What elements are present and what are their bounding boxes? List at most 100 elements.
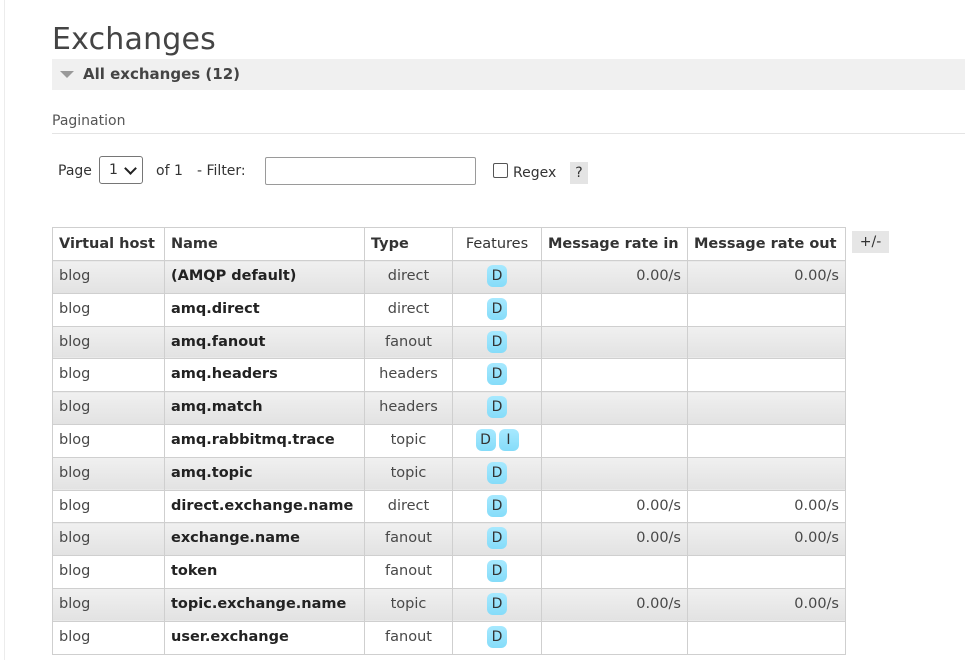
cell-rate-out bbox=[687, 391, 846, 425]
cell-features: D bbox=[452, 292, 542, 327]
chevron-down-icon bbox=[124, 162, 137, 175]
cell-exchange-name-link[interactable]: amq.direct bbox=[164, 292, 365, 327]
cell-virtual-host: blog bbox=[52, 423, 165, 458]
left-border bbox=[4, 0, 5, 660]
cell-virtual-host: blog bbox=[52, 325, 165, 360]
exchanges-table: Virtual host Name Type Features Message … bbox=[52, 227, 846, 655]
table-row: blog amq.rabbitmq.trace topic D I bbox=[52, 423, 846, 458]
cell-type: fanout bbox=[364, 620, 453, 655]
cell-virtual-host: blog bbox=[52, 292, 165, 327]
cell-exchange-name-link[interactable]: direct.exchange.name bbox=[164, 489, 365, 524]
cell-rate-in bbox=[541, 391, 688, 425]
cell-features: D bbox=[452, 391, 542, 425]
cell-exchange-name-link[interactable]: amq.match bbox=[164, 391, 365, 425]
cell-rate-out bbox=[687, 620, 846, 655]
cell-features: D bbox=[452, 358, 542, 393]
cell-rate-out bbox=[687, 423, 846, 458]
feature-badge: D bbox=[487, 527, 507, 550]
cell-rate-in bbox=[541, 620, 688, 655]
cell-features: D bbox=[452, 587, 542, 622]
table-row: blog direct.exchange.name direct D 0.00/s 0.0… bbox=[52, 489, 846, 524]
column-header-features: Features bbox=[452, 227, 542, 261]
table-row: blog exchange.name fanout D 0.00/s 0.00/s bbox=[52, 522, 846, 557]
collapse-triangle-icon bbox=[60, 71, 74, 78]
cell-virtual-host: blog bbox=[52, 391, 165, 425]
feature-badge: D bbox=[475, 428, 496, 451]
feature-badge: D bbox=[487, 297, 507, 320]
table-row: blog amq.topic topic D bbox=[52, 456, 846, 491]
all-exchanges-toggle[interactable]: All exchanges (12) bbox=[52, 59, 965, 90]
feature-badge: D bbox=[487, 265, 507, 287]
cell-exchange-name-link[interactable]: (AMQP default) bbox=[164, 260, 365, 294]
cell-rate-in bbox=[541, 555, 688, 589]
cell-rate-in: 0.00/s bbox=[541, 522, 688, 557]
cell-virtual-host: blog bbox=[52, 522, 165, 557]
cell-rate-in bbox=[541, 423, 688, 458]
feature-badge: I bbox=[498, 428, 519, 451]
cell-features: D bbox=[452, 260, 542, 294]
table-row: blog amq.fanout fanout D bbox=[52, 325, 846, 360]
table-row: blog user.exchange fanout D bbox=[52, 620, 846, 655]
column-header-virtual-host[interactable]: Virtual host bbox=[52, 227, 165, 261]
cell-rate-in bbox=[541, 325, 688, 360]
table-row: blog amq.direct direct D bbox=[52, 292, 846, 327]
column-header-rate-out[interactable]: Message rate out bbox=[687, 227, 846, 261]
regex-label: Regex bbox=[513, 165, 557, 181]
feature-badge: D bbox=[487, 560, 507, 583]
section-title: All exchanges (12) bbox=[83, 65, 240, 83]
cell-exchange-name-link[interactable]: amq.fanout bbox=[164, 325, 365, 360]
table-row: blog topic.exchange.name topic D 0.00/s 0.00/… bbox=[52, 587, 846, 622]
cell-rate-out bbox=[687, 358, 846, 393]
page-label: Page bbox=[58, 163, 92, 179]
cell-type: headers bbox=[364, 358, 453, 393]
feature-badge: D bbox=[487, 494, 507, 517]
column-header-rate-in[interactable]: Message rate in bbox=[541, 227, 688, 261]
cell-features: D bbox=[452, 555, 542, 589]
cell-rate-out: 0.00/s bbox=[687, 522, 846, 557]
feature-badge: D bbox=[487, 363, 507, 386]
cell-rate-out bbox=[687, 456, 846, 491]
table-row: blog (AMQP default) direct D 0.00/s 0.00/s bbox=[52, 260, 846, 294]
cell-rate-out bbox=[687, 555, 846, 589]
column-header-type[interactable]: Type bbox=[364, 227, 453, 261]
cell-rate-out bbox=[687, 325, 846, 360]
cell-type: fanout bbox=[364, 522, 453, 557]
feature-badge: D bbox=[487, 625, 507, 648]
cell-type: topic bbox=[364, 456, 453, 491]
filter-input[interactable] bbox=[265, 157, 476, 185]
cell-type: fanout bbox=[364, 555, 453, 589]
cell-virtual-host: blog bbox=[52, 489, 165, 524]
filter-label: - Filter: bbox=[197, 163, 246, 179]
cell-exchange-name-link[interactable]: amq.rabbitmq.trace bbox=[164, 423, 365, 458]
regex-checkbox[interactable] bbox=[493, 163, 508, 178]
cell-exchange-name-link[interactable]: token bbox=[164, 555, 365, 589]
table-header-row: Virtual host Name Type Features Message … bbox=[52, 227, 846, 261]
cell-virtual-host: blog bbox=[52, 555, 165, 589]
cell-rate-in: 0.00/s bbox=[541, 260, 688, 294]
pagination-divider bbox=[52, 133, 965, 134]
cell-exchange-name-link[interactable]: amq.topic bbox=[164, 456, 365, 491]
cell-type: direct bbox=[364, 489, 453, 524]
cell-rate-out: 0.00/s bbox=[687, 587, 846, 622]
column-header-name[interactable]: Name bbox=[164, 227, 365, 261]
cell-features: D bbox=[452, 325, 542, 360]
cell-type: direct bbox=[364, 260, 453, 294]
cell-exchange-name-link[interactable]: exchange.name bbox=[164, 522, 365, 557]
cell-exchange-name-link[interactable]: topic.exchange.name bbox=[164, 587, 365, 622]
page-select[interactable]: 1 bbox=[99, 156, 143, 184]
table-row: blog amq.headers headers D bbox=[52, 358, 846, 393]
cell-rate-out: 0.00/s bbox=[687, 489, 846, 524]
page-select-value: 1 bbox=[109, 162, 118, 178]
columns-toggle-button[interactable]: +/- bbox=[852, 231, 889, 253]
cell-exchange-name-link[interactable]: user.exchange bbox=[164, 620, 365, 655]
regex-help-button[interactable]: ? bbox=[570, 162, 588, 184]
cell-type: topic bbox=[364, 587, 453, 622]
cell-rate-in bbox=[541, 292, 688, 327]
cell-exchange-name-link[interactable]: amq.headers bbox=[164, 358, 365, 393]
cell-features: D bbox=[452, 456, 542, 491]
page-title: Exchanges bbox=[52, 22, 217, 57]
feature-badge: D bbox=[487, 461, 507, 484]
cell-type: fanout bbox=[364, 325, 453, 360]
cell-virtual-host: blog bbox=[52, 587, 165, 622]
cell-type: topic bbox=[364, 423, 453, 458]
